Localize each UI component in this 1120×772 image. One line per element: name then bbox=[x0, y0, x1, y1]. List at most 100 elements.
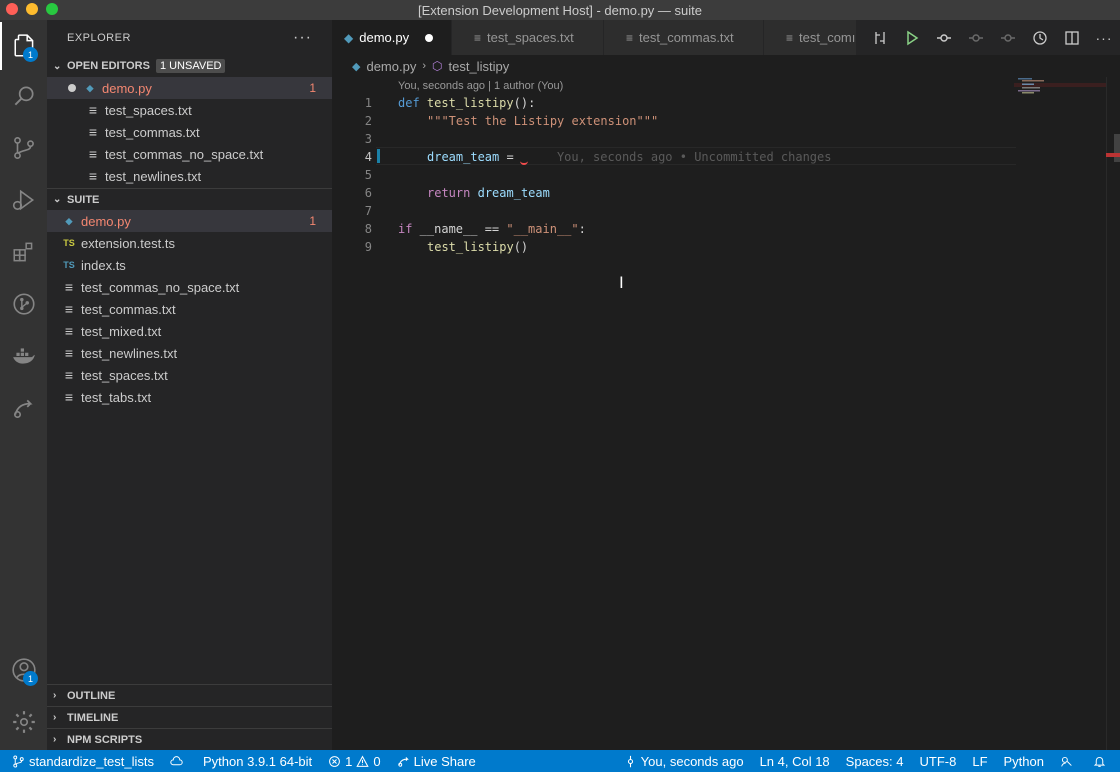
cursor-position[interactable]: Ln 4, Col 18 bbox=[752, 750, 838, 772]
python-file-icon: ◆ bbox=[86, 82, 94, 93]
notifications-button[interactable] bbox=[1085, 750, 1120, 772]
timeline-button[interactable] bbox=[1024, 20, 1056, 55]
open-editor-item[interactable]: ≡ test_commas.txt bbox=[47, 121, 332, 143]
python-interpreter[interactable]: Python 3.9.1 64-bit bbox=[195, 750, 320, 772]
file-item[interactable]: TS index.ts bbox=[47, 254, 332, 276]
unsaved-dot-icon[interactable] bbox=[425, 33, 434, 42]
breadcrumb-symbol[interactable]: test_listipy bbox=[449, 59, 510, 74]
file-item[interactable]: ≡ test_commas.txt bbox=[47, 298, 332, 320]
tab-label: test_spaces.txt bbox=[487, 30, 574, 45]
blame-text: You, seconds ago bbox=[640, 753, 744, 769]
git-codelens[interactable]: You, seconds ago | 1 author (You) bbox=[398, 80, 563, 92]
minimap[interactable] bbox=[1014, 77, 1106, 177]
run-debug-activity[interactable] bbox=[0, 176, 47, 224]
previous-change-button[interactable] bbox=[960, 20, 992, 55]
blame-status[interactable]: You, seconds ago bbox=[616, 750, 752, 772]
code-editor[interactable]: You, seconds ago | 1 author (You) 1 2 3 … bbox=[332, 77, 1120, 750]
file-label: extension.test.ts bbox=[81, 235, 175, 251]
file-item[interactable]: ◆ demo.py 1 bbox=[47, 210, 332, 232]
open-editor-label: test_newlines.txt bbox=[105, 168, 202, 184]
history-icon bbox=[1033, 30, 1047, 45]
file-item[interactable]: ≡ test_tabs.txt bbox=[47, 386, 332, 408]
run-file-button[interactable] bbox=[896, 20, 928, 55]
cloud-sync-icon bbox=[170, 755, 183, 765]
symbol-method-icon: ⬡ bbox=[432, 59, 443, 73]
tab-test-commas-no-space[interactable]: ≡ test_comı bbox=[764, 20, 864, 55]
open-editor-item[interactable]: ≡ test_commas_no_space.txt bbox=[47, 143, 332, 165]
outline-title: OUTLINE bbox=[67, 689, 116, 702]
editor-area: ◆ demo.py ≡ test_spaces.txt ≡ test_comma… bbox=[332, 20, 1120, 750]
extensions-activity[interactable] bbox=[0, 228, 47, 276]
open-editors-section[interactable]: ⌄ OPEN EDITORS 1 UNSAVED bbox=[47, 55, 332, 77]
open-editor-item[interactable]: ≡ test_spaces.txt bbox=[47, 99, 332, 121]
vertical-scrollbar[interactable] bbox=[1106, 77, 1120, 750]
python-version: Python 3.9.1 64-bit bbox=[203, 753, 313, 769]
branch-status[interactable]: standardize_test_lists bbox=[0, 750, 162, 772]
bottom-panels: › OUTLINE › TIMELINE › NPM SCRIPTS bbox=[47, 684, 332, 750]
end-of-line[interactable]: LF bbox=[964, 750, 995, 772]
suite-section[interactable]: ⌄ SUITE bbox=[47, 188, 332, 210]
indentation[interactable]: Spaces: 4 bbox=[838, 750, 912, 772]
tab-test-spaces[interactable]: ≡ test_spaces.txt bbox=[452, 20, 604, 55]
unsaved-badge: 1 UNSAVED bbox=[155, 59, 226, 73]
explorer-activity[interactable]: 1 bbox=[0, 22, 47, 70]
line-number: 3 bbox=[364, 132, 372, 146]
file-item[interactable]: ≡ test_mixed.txt bbox=[47, 320, 332, 342]
search-activity[interactable] bbox=[0, 72, 47, 120]
status-bar: standardize_test_lists Python 3.9.1 64-b… bbox=[0, 750, 1120, 772]
live-share-label: Live Share bbox=[413, 753, 476, 769]
tab-label: test_comı bbox=[799, 30, 856, 45]
docker-activity[interactable] bbox=[0, 332, 47, 380]
problems-status[interactable]: 1 0 bbox=[320, 750, 388, 772]
file-item[interactable]: ≡ test_commas_no_space.txt bbox=[47, 276, 332, 298]
open-editor-item[interactable]: ≡ test_newlines.txt bbox=[47, 165, 332, 187]
npm-scripts-section[interactable]: › NPM SCRIPTS bbox=[47, 728, 332, 750]
tab-test-commas[interactable]: ≡ test_commas.txt bbox=[604, 20, 764, 55]
file-item[interactable]: ≡ test_spaces.txt bbox=[47, 364, 332, 386]
encoding[interactable]: UTF-8 bbox=[912, 750, 965, 772]
manage-activity[interactable] bbox=[0, 698, 47, 746]
tab-demo-py[interactable]: ◆ demo.py bbox=[332, 20, 452, 55]
language-mode[interactable]: Python bbox=[996, 750, 1052, 772]
accounts-activity[interactable]: 1 bbox=[0, 646, 47, 694]
text-file-icon: ≡ bbox=[88, 124, 98, 140]
open-changes-button[interactable] bbox=[864, 20, 896, 55]
breadcrumb-file[interactable]: demo.py bbox=[366, 59, 416, 74]
code-line: def test_listipy(): bbox=[398, 96, 536, 110]
next-change-button[interactable] bbox=[992, 20, 1024, 55]
text-file-icon: ≡ bbox=[64, 345, 74, 361]
outline-section[interactable]: › OUTLINE bbox=[47, 684, 332, 706]
text-file-icon: ≡ bbox=[64, 301, 74, 317]
timeline-section[interactable]: › TIMELINE bbox=[47, 706, 332, 728]
zoom-window-button[interactable] bbox=[46, 3, 58, 15]
status-bar-right: You, seconds ago Ln 4, Col 18 Spaces: 4 … bbox=[616, 750, 1120, 772]
git-commit-button[interactable] bbox=[928, 20, 960, 55]
python-file-icon: ◆ bbox=[344, 30, 354, 45]
line-number: 4 bbox=[364, 150, 372, 164]
explorer-more-button[interactable]: ··· bbox=[293, 29, 312, 47]
python-file-icon: ◆ bbox=[65, 215, 73, 226]
split-editor-icon bbox=[1065, 30, 1079, 45]
open-editor-item[interactable]: ◆ demo.py 1 bbox=[47, 77, 332, 99]
explorer-badge: 1 bbox=[23, 47, 38, 62]
file-item[interactable]: ≡ test_newlines.txt bbox=[47, 342, 332, 364]
more-actions-button[interactable]: ··· bbox=[1088, 20, 1120, 55]
feedback-button[interactable] bbox=[1052, 750, 1085, 772]
code-line: dream_team = You, seconds ago • Uncommit… bbox=[427, 150, 832, 164]
sync-status[interactable] bbox=[162, 750, 195, 772]
file-label: test_commas_no_space.txt bbox=[81, 279, 240, 295]
close-window-button[interactable] bbox=[6, 3, 18, 15]
scrollbar-slider[interactable] bbox=[1114, 134, 1120, 162]
source-control-activity[interactable] bbox=[0, 124, 47, 172]
live-share-status[interactable]: Live Share bbox=[389, 750, 484, 772]
minimize-window-button[interactable] bbox=[26, 3, 38, 15]
chevron-right-icon: › bbox=[53, 712, 57, 723]
chevron-right-icon: › bbox=[53, 734, 57, 745]
line-number: 9 bbox=[364, 240, 372, 254]
text-file-icon: ≡ bbox=[88, 168, 98, 184]
remote-explorer-activity[interactable] bbox=[0, 384, 47, 432]
file-item[interactable]: TS extension.test.ts bbox=[47, 232, 332, 254]
window-controls bbox=[6, 3, 58, 15]
split-editor-button[interactable] bbox=[1056, 20, 1088, 55]
git-graph-activity[interactable] bbox=[0, 280, 47, 328]
